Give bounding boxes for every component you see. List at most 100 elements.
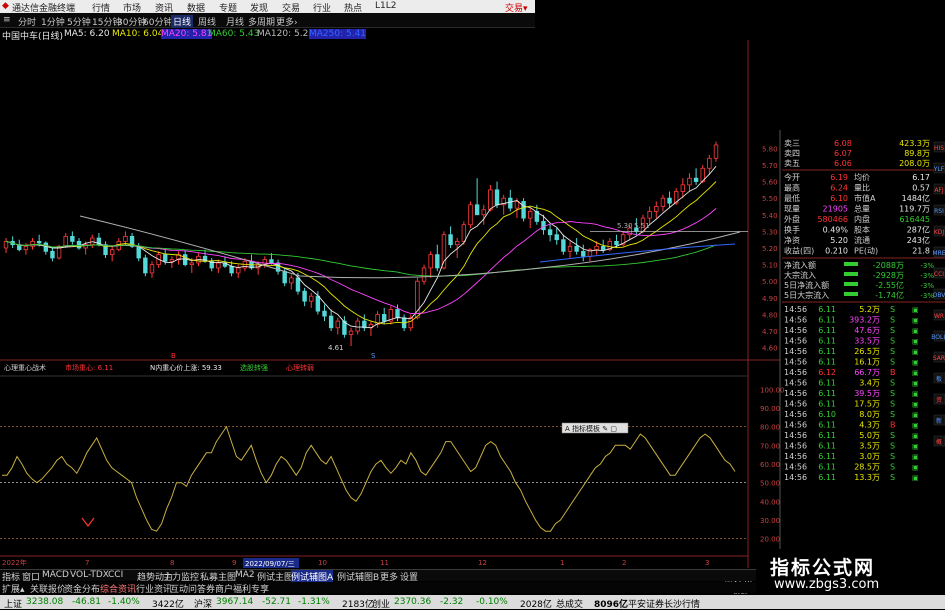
candle-body[interactable] <box>149 264 155 274</box>
candle-body[interactable] <box>30 240 35 247</box>
tick-side: S <box>890 347 895 356</box>
candle-body[interactable] <box>421 267 427 282</box>
candle-body[interactable] <box>70 235 75 242</box>
candle-body[interactable] <box>713 144 719 159</box>
candle-body[interactable] <box>547 229 553 236</box>
candle-body[interactable] <box>408 317 413 329</box>
candle-body[interactable] <box>302 290 307 302</box>
candle-body[interactable] <box>428 254 433 269</box>
candle-body[interactable] <box>680 184 686 192</box>
candle-body[interactable] <box>594 245 599 251</box>
indicator-tab-8[interactable]: MA2 <box>235 570 255 580</box>
tick-time: 14:56 <box>784 400 807 409</box>
candle-body[interactable] <box>395 309 400 319</box>
quote-label-2: PE(动) <box>854 246 878 256</box>
ext-tab-5[interactable]: 互动问答 <box>170 582 206 595</box>
candle-body[interactable] <box>660 197 666 207</box>
index-name-0[interactable]: 上证 <box>4 597 22 610</box>
candle-body[interactable] <box>109 249 115 256</box>
candle-body[interactable] <box>528 211 533 219</box>
candle-body[interactable] <box>355 320 360 332</box>
index-name-1[interactable]: 沪深 <box>194 597 212 610</box>
ext-tab-4[interactable]: 行业资讯 <box>136 582 172 595</box>
selected-date: 2022/09/07/三 <box>245 560 295 568</box>
candle-body[interactable] <box>567 245 573 252</box>
candle-body[interactable] <box>169 259 175 262</box>
candle-body[interactable] <box>521 201 526 219</box>
candle-body[interactable] <box>269 259 274 264</box>
candle-body[interactable] <box>63 235 68 247</box>
candle-body[interactable] <box>654 206 659 212</box>
candle-body[interactable] <box>541 221 546 231</box>
ext-tab-6[interactable]: 券商户福利专享 <box>206 582 269 595</box>
candle-body[interactable] <box>600 245 606 251</box>
candle-body[interactable] <box>143 257 148 274</box>
candle-body[interactable] <box>309 295 314 302</box>
candle-body[interactable] <box>236 267 241 274</box>
indicator-tab-4[interactable]: CCI <box>108 570 123 580</box>
indicator-tab-3[interactable]: VOL-TDX <box>70 570 109 580</box>
candle-body[interactable] <box>295 277 301 292</box>
candle-body[interactable] <box>23 245 29 251</box>
candle-body[interactable] <box>561 239 566 252</box>
candle-body[interactable] <box>693 177 699 182</box>
candle-body[interactable] <box>687 177 692 186</box>
candle-body[interactable] <box>554 234 559 241</box>
candle-body[interactable] <box>335 320 340 329</box>
tick-price: 6.11 <box>818 337 836 346</box>
candle-body[interactable] <box>382 314 387 322</box>
tick-dot: ▣ <box>912 369 919 377</box>
candle-body[interactable] <box>3 240 9 249</box>
candle-body[interactable] <box>163 254 168 262</box>
candle-body[interactable] <box>123 235 128 242</box>
candle-body[interactable] <box>481 209 486 216</box>
candle-body[interactable] <box>488 189 493 211</box>
candle-body[interactable] <box>229 265 234 274</box>
candle-body[interactable] <box>36 240 42 244</box>
candle-body[interactable] <box>574 245 579 252</box>
candle-body[interactable] <box>614 240 619 246</box>
candle-body[interactable] <box>50 250 55 259</box>
flow-bar <box>844 262 858 266</box>
candle-body[interactable] <box>189 262 194 266</box>
ext-tab-2[interactable]: 资金分布 <box>64 582 100 595</box>
candle-body[interactable] <box>289 277 294 284</box>
candle-body[interactable] <box>76 240 82 249</box>
tick-volume: 39.5万 <box>854 389 880 398</box>
candle-body[interactable] <box>455 240 460 246</box>
candle-body[interactable] <box>514 201 520 209</box>
candle-body[interactable] <box>315 295 321 312</box>
candle-body[interactable] <box>216 262 221 269</box>
quote-value-1: 6.24 <box>830 184 848 193</box>
candle-body[interactable] <box>348 330 354 335</box>
candle-body[interactable] <box>328 315 334 329</box>
chart-area[interactable]: 5.80 5.70 5.60 5.50 5.40 5.30 5.20 5.10 5.00 4.90… <box>0 0 945 609</box>
candle-body[interactable] <box>508 197 513 209</box>
candle-body[interactable] <box>667 197 672 204</box>
candle-body[interactable] <box>474 204 480 216</box>
indicator-tab-2[interactable]: MACD <box>42 570 69 580</box>
ext-tab-3[interactable]: 综合资讯 <box>100 582 136 595</box>
index-name-2[interactable]: 创业 <box>372 597 390 610</box>
candle-body[interactable] <box>468 204 473 226</box>
candle-body[interactable] <box>43 242 49 252</box>
broker-name[interactable]: 平安证券长沙行情 <box>628 597 700 610</box>
index-change-1: -52.71 <box>262 597 292 607</box>
candle-body[interactable] <box>581 250 586 257</box>
candle-body[interactable] <box>707 157 712 169</box>
candle-body[interactable] <box>494 189 500 206</box>
candle-body[interactable] <box>282 270 287 284</box>
candle-body[interactable] <box>647 211 652 219</box>
candle-body[interactable] <box>441 234 447 269</box>
candle-body[interactable] <box>136 245 141 259</box>
quote-label: 换手 <box>784 225 800 235</box>
ext-tab-0[interactable]: 扩展▴ <box>2 582 25 595</box>
candle-body[interactable] <box>461 224 467 242</box>
candle-body[interactable] <box>435 254 440 269</box>
ext-tab-1[interactable]: 关联报价 <box>30 582 66 595</box>
ask-name: 卖三 <box>784 139 800 148</box>
candle-body[interactable] <box>322 310 327 317</box>
quote-value-2: 119.7万 <box>899 205 930 214</box>
tick-volume: 47.6万 <box>854 326 880 335</box>
candle-body[interactable] <box>448 234 453 246</box>
